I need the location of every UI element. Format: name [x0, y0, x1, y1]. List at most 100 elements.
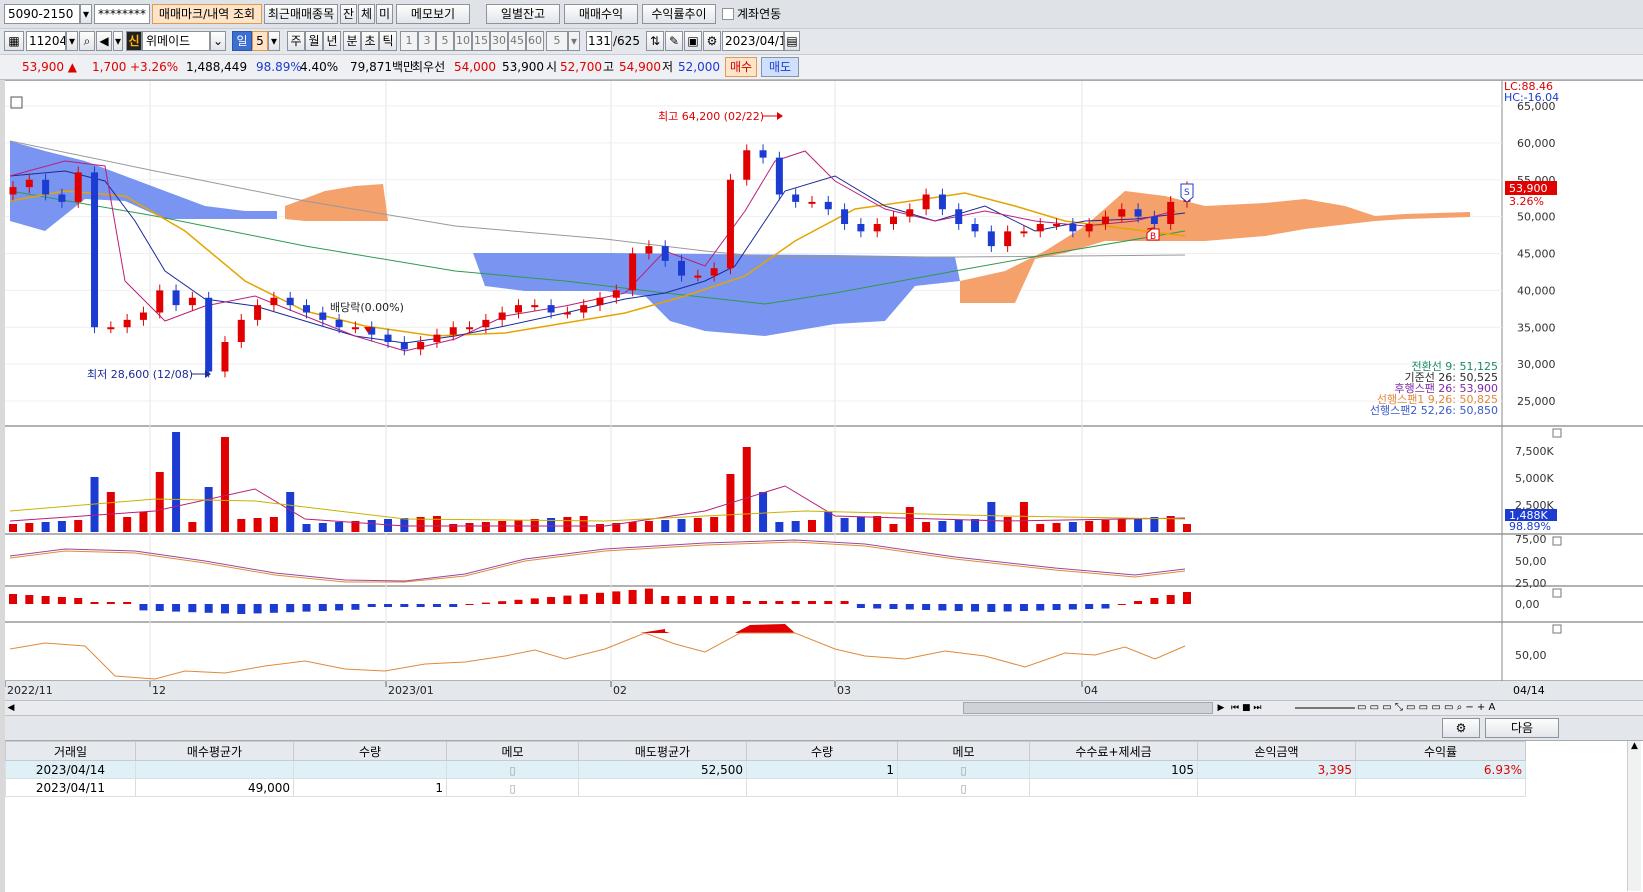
volume-panel-close-icon[interactable]	[1552, 428, 1562, 438]
table-row[interactable]: 2023/04/14 ▯ 52,500 1 ▯ 105 3,395 6.93%	[5, 760, 1526, 779]
candle-down	[857, 224, 865, 232]
macd-bar	[123, 602, 132, 604]
column-header[interactable]: 메모	[446, 741, 579, 761]
mark-query-button[interactable]: 매매마크/내역 조회	[152, 4, 262, 24]
memo-view-button[interactable]: 메모보기	[396, 4, 470, 24]
gear-icon[interactable]: ⚙	[703, 31, 721, 51]
stock-code-input[interactable]: 112040	[26, 31, 66, 51]
memo-icon[interactable]: ▯	[509, 764, 515, 777]
account-link-checkbox[interactable]	[722, 8, 734, 20]
table-cell: ▯	[446, 778, 579, 797]
executed-button[interactable]: 체	[358, 4, 375, 24]
table-row[interactable]: 2023/04/11 49,000 1 ▯ ▯	[5, 778, 1526, 797]
save-icon[interactable]: ▣	[684, 31, 702, 51]
oscillator-panel-close-icon[interactable]	[1552, 536, 1562, 546]
column-header[interactable]: 매수평균가	[135, 741, 294, 761]
period-tab-second[interactable]: 초	[361, 31, 379, 51]
column-header[interactable]: 메모	[897, 741, 1030, 761]
interval-dropdown-icon[interactable]: ▾	[568, 31, 580, 51]
volume-bar	[106, 492, 115, 532]
trading-profit-button[interactable]: 매매수익	[564, 4, 638, 24]
recent-trades-button[interactable]: 최근매매종목	[264, 4, 338, 24]
account-dropdown-icon[interactable]: ▾	[80, 4, 92, 24]
column-header[interactable]: 수량	[293, 741, 447, 761]
candle-up	[466, 327, 474, 330]
interval-1[interactable]: 1	[400, 31, 418, 51]
search-icon[interactable]: ⌕	[79, 31, 95, 51]
ichimoku-legend-item: 선행스팬2 52,26: 50,850	[1370, 404, 1498, 417]
period-tab-year[interactable]: 년	[323, 31, 341, 51]
macd-bar	[987, 604, 996, 612]
column-header[interactable]: 수익률	[1355, 741, 1526, 761]
period-tab-minute[interactable]: 분	[343, 31, 361, 51]
indicator3-panel-close-icon[interactable]	[1552, 624, 1562, 634]
interval-5[interactable]: 5	[436, 31, 454, 51]
chart-area[interactable]: 최고 64,200 (02/22) 최저 28,600 (12/08) 배당락(…	[4, 80, 1643, 701]
period-num-dropdown-icon[interactable]: ▾	[268, 31, 280, 51]
table-scrollbar[interactable]: ▲	[1627, 741, 1641, 891]
column-header[interactable]: 수량	[746, 741, 898, 761]
volume-bar	[661, 520, 670, 532]
name-search-icon[interactable]: ⌄	[210, 31, 226, 51]
interval-custom-input[interactable]: 5	[546, 31, 568, 51]
sound-dropdown-icon[interactable]: ▾	[113, 31, 123, 51]
column-header[interactable]: 수수료+제세금	[1029, 741, 1198, 761]
layout-icon[interactable]: ▦	[4, 31, 24, 51]
interval-30[interactable]: 30	[490, 31, 508, 51]
playback-controls[interactable]: ⏮ ■ ⏭	[1231, 701, 1291, 715]
zoom-slider[interactable]	[1295, 707, 1355, 709]
period-tab-week[interactable]: 주	[287, 31, 305, 51]
balance-button[interactable]: 잔	[340, 4, 357, 24]
memo-icon[interactable]: ▯	[960, 764, 966, 777]
scroll-thumb[interactable]	[963, 702, 1213, 714]
settings-gear-icon[interactable]: ⚙	[1442, 718, 1480, 738]
date-input[interactable]: 2023/04/14	[722, 31, 784, 51]
code-dropdown-icon[interactable]: ▾	[66, 31, 78, 51]
sell-button[interactable]: 매도	[761, 57, 799, 77]
period-tab-tick[interactable]: 틱	[379, 31, 397, 51]
chart-scrollbar[interactable]: ◀ ▶ ⏮ ■ ⏭ ▭ ▭ ▭ ⤡ ▭ ▭ ▭ ▭ ⌕ − + A	[5, 700, 1643, 716]
macd-panel-close-icon[interactable]	[1552, 588, 1562, 598]
next-button[interactable]: 다음	[1485, 718, 1559, 738]
macd-bar	[25, 595, 34, 604]
macd-bar	[9, 594, 17, 604]
candle-down	[286, 297, 294, 306]
volume-bar	[1068, 522, 1077, 532]
column-header[interactable]: 거래일	[5, 741, 136, 761]
account-select[interactable]: 5090-2150	[4, 4, 80, 24]
chart-tool-icons[interactable]: ▭ ▭ ▭ ⤡ ▭ ▭ ▭ ▭ ⌕ − + A	[1357, 701, 1643, 715]
indicator3-red-area-1	[640, 629, 670, 633]
column-header[interactable]: 손익금액	[1197, 741, 1356, 761]
period-tab-day[interactable]: 일	[232, 31, 252, 51]
candle-down	[678, 260, 686, 276]
period-num-input[interactable]: 5	[252, 31, 268, 51]
unfilled-button[interactable]: 미	[376, 4, 393, 24]
x-axis-label: 03	[837, 684, 851, 697]
daily-balance-button[interactable]: 일별잔고	[486, 4, 560, 24]
table-scroll-up-icon[interactable]: ▲	[1628, 741, 1641, 751]
stock-chart[interactable]: 최고 64,200 (02/22) 최저 28,600 (12/08) 배당락(…	[4, 80, 1643, 701]
calendar-icon[interactable]: ▤	[784, 31, 800, 51]
memo-icon[interactable]: ▯	[509, 782, 515, 795]
table-cell: ▯	[897, 760, 1030, 779]
speaker-icon[interactable]: ◀	[96, 31, 112, 51]
candle-up	[873, 224, 881, 232]
scroll-left-icon[interactable]: ◀	[5, 701, 17, 715]
interval-10[interactable]: 10	[454, 31, 472, 51]
draw-tool-icon[interactable]: ✎	[665, 31, 683, 51]
interval-45[interactable]: 45	[508, 31, 526, 51]
buy-button[interactable]: 매수	[725, 57, 757, 77]
interval-3[interactable]: 3	[418, 31, 436, 51]
interval-15[interactable]: 15	[472, 31, 490, 51]
interval-60[interactable]: 60	[526, 31, 544, 51]
chart-type-icon[interactable]: ⇅	[646, 31, 664, 51]
memo-icon[interactable]: ▯	[960, 782, 966, 795]
volume-bar	[481, 522, 490, 532]
macd-bar	[1085, 604, 1094, 609]
column-header[interactable]: 매도평균가	[578, 741, 747, 761]
password-field[interactable]: ********	[94, 4, 150, 24]
profit-trend-button[interactable]: 수익률추이	[642, 4, 716, 24]
data-count-input[interactable]: 131	[586, 31, 612, 51]
period-tab-month[interactable]: 월	[305, 31, 323, 51]
scroll-right-icon[interactable]: ▶	[1215, 701, 1227, 715]
